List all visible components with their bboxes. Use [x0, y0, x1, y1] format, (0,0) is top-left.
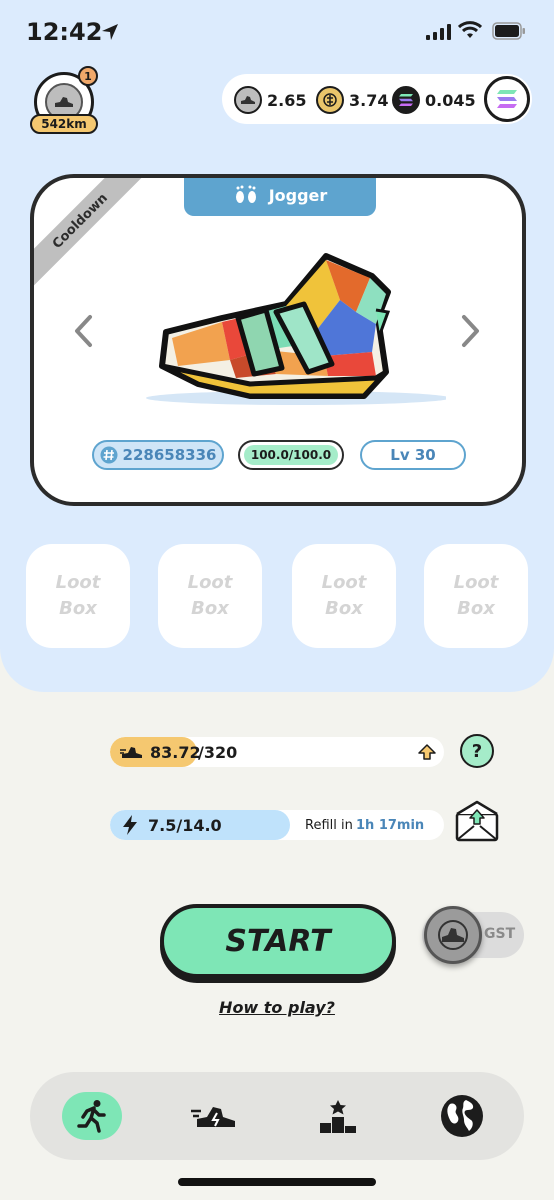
- sneaker-id: 228658336: [122, 446, 217, 464]
- run-icon: [77, 1100, 106, 1133]
- sneaker-attributes: 228658336 100.0/100.0 Lv 30: [34, 440, 522, 470]
- gmt-balance: 3.74: [316, 86, 388, 114]
- home-indicator: [178, 1178, 376, 1186]
- loot-box-slot-1[interactable]: Loot Box: [26, 544, 130, 648]
- loot-box-slot-4[interactable]: Loot Box: [424, 544, 528, 648]
- leaderboard-icon: [320, 1100, 356, 1133]
- gst-coin-icon: [424, 906, 482, 964]
- refill-time: 1h 17min: [356, 818, 425, 833]
- lightning-icon: [123, 815, 137, 835]
- loot-box-slot-2[interactable]: Loot Box: [158, 544, 262, 648]
- sneaker-image: [146, 253, 446, 405]
- location-arrow-icon: [102, 24, 118, 40]
- start-button[interactable]: START: [160, 904, 396, 978]
- nav-sneakers[interactable]: [184, 1092, 244, 1140]
- sneaker-icon: [55, 97, 73, 107]
- gst-balance: 2.65: [234, 86, 306, 114]
- mileage-bar: 83.72 /320: [110, 737, 444, 767]
- nav-leaderboard[interactable]: [308, 1092, 368, 1140]
- sneaker-icon: [120, 747, 142, 758]
- durability-pill: 100.0/100.0: [238, 440, 344, 470]
- bottom-navigation: [30, 1072, 524, 1160]
- durability-value: 100.0/100.0: [243, 445, 339, 465]
- sneaker-id-pill: 228658336: [92, 440, 224, 470]
- hash-icon: [100, 446, 118, 464]
- loot-box-slot-3[interactable]: Loot Box: [292, 544, 396, 648]
- sneaker-card[interactable]: Cooldown Jogger 228658336 100.0/100.0 Lv…: [30, 174, 526, 506]
- distance-badge: 542km: [30, 114, 98, 134]
- nav-marketplace[interactable]: [432, 1092, 492, 1140]
- sneaker-type: Jogger: [268, 185, 328, 205]
- chevron-left-icon[interactable]: [72, 314, 96, 348]
- refill-label: Refill in: [305, 818, 353, 833]
- mileage-current: 83.72: [150, 743, 201, 762]
- help-button[interactable]: ?: [460, 734, 494, 768]
- sneaker-type-tab: Jogger: [184, 178, 376, 216]
- solana-icon: [497, 90, 517, 108]
- battery-icon: [492, 22, 525, 40]
- level-pill: Lv 30: [360, 440, 466, 470]
- gmt-value: 3.74: [349, 90, 389, 110]
- notification-badge: 1: [78, 66, 98, 86]
- gst-toggle[interactable]: GST: [422, 906, 524, 964]
- question-mark-icon: ?: [471, 740, 483, 762]
- globe-icon: [441, 1095, 483, 1137]
- energy-value: 7.5/14.0: [148, 816, 222, 835]
- wallet-balance-bar[interactable]: 2.65 3.74 0.045: [222, 74, 532, 124]
- sol-balance: 0.045: [392, 86, 476, 114]
- gmt-coin-icon: [316, 86, 344, 114]
- gst-value: 2.65: [267, 90, 307, 110]
- status-bar: 12:42: [0, 16, 554, 56]
- footprints-icon: [235, 185, 256, 203]
- solana-icon: [392, 86, 420, 114]
- sol-value: 0.045: [425, 90, 476, 110]
- how-to-play-link[interactable]: How to play?: [0, 998, 554, 1017]
- mileage-max: /320: [198, 743, 238, 762]
- energy-bar: 7.5/14.0 Refill in 1h 17min: [110, 810, 444, 840]
- nav-run[interactable]: [62, 1092, 122, 1140]
- upgrade-arrow-icon[interactable]: [418, 744, 436, 760]
- cellular-signal-icon: [426, 24, 451, 40]
- gst-toggle-label: GST: [484, 926, 516, 942]
- wifi-icon: [458, 21, 482, 38]
- sneaker-icon: [191, 1107, 235, 1127]
- chevron-right-icon[interactable]: [458, 314, 482, 348]
- gst-coin-icon: [234, 86, 262, 114]
- mystery-box-envelope-icon[interactable]: [454, 800, 500, 842]
- status-time: 12:42: [26, 18, 103, 46]
- solana-wallet-button[interactable]: [484, 76, 530, 122]
